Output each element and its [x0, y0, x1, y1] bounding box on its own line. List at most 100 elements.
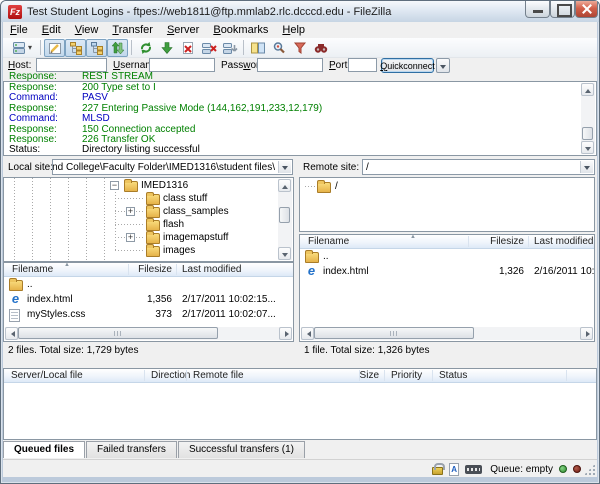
combo-dropdown-icon[interactable]	[580, 161, 593, 173]
titlebar[interactable]: Fz Test Student Logins - ftpes://web1811…	[1, 1, 599, 22]
quickconnect-dropdown[interactable]	[436, 58, 450, 73]
column-separator[interactable]	[128, 264, 129, 275]
queue-column-server-local-file[interactable]: Server/Local file	[11, 370, 83, 381]
column-header-filesize[interactable]: Filesize	[132, 264, 172, 275]
toggle-message-log-button[interactable]	[44, 38, 65, 57]
maximize-button[interactable]	[550, 1, 575, 18]
column-separator[interactable]	[528, 236, 529, 247]
log-scrollbar[interactable]	[581, 83, 595, 154]
column-header-last-modified[interactable]: Last modified	[182, 264, 241, 275]
toggle-remote-tree-button[interactable]	[86, 38, 107, 57]
list-horizontal-scrollbar[interactable]	[5, 327, 292, 340]
file-row[interactable]: e index.html 1,326 2/16/2011 10:	[300, 264, 594, 279]
combo-dropdown-icon[interactable]	[278, 161, 291, 173]
column-header-filename[interactable]: Filename	[12, 264, 53, 275]
disconnect-button[interactable]	[198, 39, 219, 57]
tree-connector	[305, 186, 316, 187]
file-row[interactable]: ..	[4, 277, 293, 292]
reconnect-button[interactable]	[219, 39, 240, 57]
tree-item[interactable]: images	[163, 245, 195, 256]
tree-expander-plus-icon[interactable]: +	[126, 233, 135, 242]
scroll-up-icon[interactable]	[581, 83, 594, 96]
scroll-up-icon[interactable]	[278, 179, 291, 192]
log-line-type: Response:	[9, 72, 57, 81]
queue-column-status[interactable]: Status	[439, 370, 467, 381]
queue-column-remote-file[interactable]: Remote file	[193, 370, 244, 381]
site-manager-button[interactable]: ▾	[6, 39, 37, 57]
scroll-left-icon[interactable]	[301, 327, 314, 340]
refresh-button[interactable]	[135, 39, 156, 57]
scrollbar-thumb[interactable]	[279, 207, 290, 223]
directory-comparison-button[interactable]	[247, 39, 268, 57]
toggle-local-tree-button[interactable]	[65, 38, 86, 57]
synchronized-browsing-button[interactable]	[268, 39, 289, 57]
transfer-queue[interactable]: Server/Local file Direction Remote file Siz…	[3, 368, 597, 440]
column-separator[interactable]	[359, 370, 360, 381]
local-file-list[interactable]: Filename ▲ Filesize Last modified.. e index.h…	[3, 262, 294, 342]
column-header-filename[interactable]: Filename	[308, 236, 349, 247]
resize-grip[interactable]	[584, 464, 595, 475]
close-button[interactable]	[575, 1, 598, 18]
password-input[interactable]	[257, 58, 323, 72]
scroll-down-icon[interactable]	[581, 141, 594, 154]
menu-transfer[interactable]: Transfer	[105, 23, 160, 37]
tree-item[interactable]: class_samples	[163, 206, 229, 217]
list-horizontal-scrollbar[interactable]	[301, 327, 593, 340]
file-row[interactable]: ..	[300, 249, 594, 264]
column-header-filesize[interactable]: Filesize	[484, 236, 524, 247]
scrollbar-thumb[interactable]	[582, 127, 593, 140]
remote-site-combobox[interactable]: /	[362, 159, 595, 175]
queue-column-priority[interactable]: Priority	[391, 370, 422, 381]
tree-scrollbar[interactable]	[278, 179, 292, 260]
file-row[interactable]: e index.html 1,356 2/17/2011 10:02:15...	[4, 292, 293, 307]
tree-item[interactable]: flash	[163, 219, 184, 230]
tree-expander-plus-icon[interactable]: +	[126, 207, 135, 216]
menu-view[interactable]: View	[68, 23, 106, 37]
find-files-button[interactable]	[310, 39, 331, 57]
tab-successful-transfers-1-[interactable]: Successful transfers (1)	[177, 441, 305, 458]
local-directory-tree[interactable]: − IMED1316 class stuff + class_samplesflash +…	[3, 177, 294, 262]
file-row[interactable]: myStyles.css 373 2/17/2011 10:02:07...	[4, 307, 293, 322]
remote-directory-tree[interactable]: /	[299, 177, 595, 232]
process-queue-button[interactable]	[156, 39, 177, 57]
scrollbar-thumb[interactable]	[18, 327, 218, 339]
remote-file-list[interactable]: Filename ▲ Filesize Last modified.. e index.h…	[299, 234, 595, 342]
menu-bookmarks[interactable]: Bookmarks	[206, 23, 275, 37]
column-separator[interactable]	[432, 370, 433, 381]
column-separator[interactable]	[186, 370, 187, 381]
tab-failed-transfers[interactable]: Failed transfers	[86, 441, 177, 458]
queue-column-direction[interactable]: Direction	[151, 370, 190, 381]
queue-column-size[interactable]: Size	[341, 370, 379, 381]
local-site-combobox[interactable]: ments\Richland College\Faculty Folder\IM…	[52, 159, 293, 175]
column-header-last-modified[interactable]: Last modified	[534, 236, 593, 247]
cancel-button[interactable]	[177, 39, 198, 57]
tree-expander-minus-icon[interactable]: −	[110, 181, 119, 190]
css-file-icon	[9, 309, 20, 322]
column-separator[interactable]	[566, 370, 567, 381]
quickconnect-button[interactable]: Quickconnect	[380, 58, 435, 73]
column-separator[interactable]	[176, 264, 177, 275]
tree-item[interactable]: imagemapstuff	[163, 232, 228, 243]
host-input[interactable]	[36, 58, 107, 72]
tree-item[interactable]: IMED1316	[141, 180, 188, 191]
toggle-transfer-queue-button[interactable]	[107, 38, 128, 57]
scrollbar-thumb[interactable]	[314, 327, 474, 339]
tree-item[interactable]: class stuff	[163, 193, 207, 204]
scroll-down-icon[interactable]	[278, 247, 291, 260]
column-separator[interactable]	[468, 236, 469, 247]
menu-help[interactable]: Help	[275, 23, 312, 37]
column-separator[interactable]	[384, 370, 385, 381]
tree-item[interactable]: /	[335, 181, 338, 192]
username-input[interactable]	[149, 58, 215, 72]
scroll-right-icon[interactable]	[580, 327, 593, 340]
column-separator[interactable]	[144, 370, 145, 381]
tab-queued-files[interactable]: Queued files	[3, 441, 86, 458]
scroll-right-icon[interactable]	[279, 327, 292, 340]
port-input[interactable]	[348, 58, 377, 72]
menu-file[interactable]: File	[3, 23, 35, 37]
filter-button[interactable]	[289, 39, 310, 57]
menu-edit[interactable]: Edit	[35, 23, 68, 37]
scroll-left-icon[interactable]	[5, 327, 18, 340]
menu-server[interactable]: Server	[160, 23, 206, 37]
minimize-button[interactable]	[525, 1, 550, 18]
